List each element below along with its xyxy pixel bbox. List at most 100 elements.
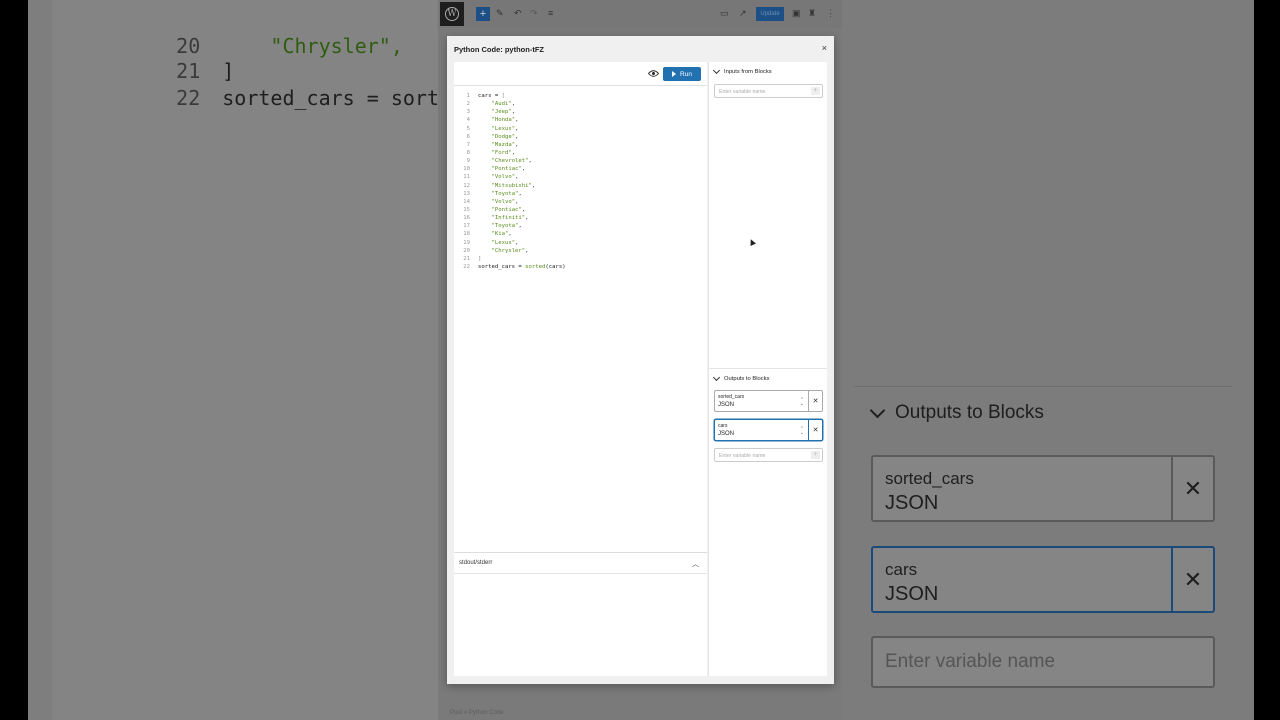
code-text: "Pontiac", (491, 166, 526, 173)
input-variable-field[interactable]: Enter variable name + (714, 84, 823, 98)
line-number: 16 (463, 215, 470, 222)
line-number: 5 (466, 125, 470, 132)
output-header[interactable]: stdout/stderr ︿ (454, 553, 707, 574)
close-icon: ✕ (1183, 566, 1203, 592)
line-number: 11 (463, 174, 470, 181)
code-line: 15 "Pontiac", (454, 206, 707, 214)
code-line: 21] (454, 255, 707, 263)
wordpress-logo[interactable]: W (440, 2, 464, 26)
code-text: "Toyota", (491, 190, 522, 197)
plus-icon[interactable]: + (811, 451, 820, 459)
code-text: "Volvo", (491, 198, 519, 205)
code-text: "Dodge", (491, 133, 519, 140)
code-text: "Chevrolet", (491, 158, 532, 165)
update-button[interactable]: Update (756, 7, 784, 21)
background-outputs-heading: Outputs to Blocks (869, 402, 1044, 424)
eye-icon[interactable] (648, 69, 659, 78)
output-title: stdout/stderr (459, 560, 493, 566)
plugin-icon[interactable]: ♜ (808, 8, 816, 20)
line-number: 14 (463, 198, 470, 205)
run-label: Run (680, 70, 692, 78)
line-number: 22 (463, 263, 470, 270)
chevron-down-icon (712, 373, 721, 382)
background-code-area: 20 "Chrysler", 21] 22sorted_cars = sorte… (52, 0, 438, 720)
line-number: 20 (463, 247, 470, 254)
code-line: 4 "Honda", (454, 116, 707, 124)
line-number: 9 (466, 158, 470, 165)
variable-name: sorted_cars (718, 394, 745, 400)
variable-type: JSON (718, 431, 735, 437)
code-text: "Mitsubishi", (491, 182, 536, 189)
breadcrumb[interactable]: Post > Python Code (450, 710, 504, 716)
python-code-modal: Python Code: python-tFZ × Run 1 cars = [2… (447, 36, 834, 684)
add-block-button[interactable]: + (476, 7, 490, 21)
variable-name: cars (718, 423, 728, 429)
code-text: "Lexus", (491, 125, 519, 132)
modal-header: Python Code: python-tFZ × (447, 36, 834, 62)
output-variable-field[interactable]: Enter variable name + (714, 448, 823, 462)
options-icon[interactable]: ⋮ (826, 8, 835, 20)
code-line: 7 "Mazda", (454, 141, 707, 149)
background-panel-zoom: Outputs to Blocks sorted_cars JSON ✕ cars… (842, 0, 1254, 720)
code-line: 2 "Audi", (454, 100, 707, 108)
code-editor-pane: Run 1 cars = [2 "Audi", 3 "Jeep", 4 "Honda"… (454, 62, 707, 676)
code-text: "Honda", (491, 117, 519, 124)
settings-icon[interactable]: ▣ (792, 8, 801, 20)
code-text: "Jeep", (491, 109, 516, 116)
code-line: 14 "Volvo", (454, 198, 707, 206)
code-text: "Kia", (491, 231, 512, 238)
line-number: 19 (463, 239, 470, 246)
code-line: 19 "Lexus", (454, 239, 707, 247)
line-number: 15 (463, 206, 470, 213)
line-number: 3 (466, 109, 470, 116)
output-variable-cars[interactable]: cars JSON ⌃ ⌄ ✕ (714, 419, 823, 441)
code-text: ] (478, 255, 482, 262)
outputs-section-toggle[interactable]: Outputs to Blocks (712, 373, 770, 382)
inputs-section-toggle[interactable]: Inputs from Blocks (712, 66, 772, 75)
code-text: "Ford", (491, 149, 516, 156)
line-number: 21 (463, 255, 470, 262)
code-text: "Infiniti", (491, 215, 529, 222)
chevron-up-icon[interactable]: ︿ (692, 559, 699, 569)
code-text: "Lexus", (491, 239, 519, 246)
run-button[interactable]: Run (663, 67, 701, 81)
background-variable-input: Enter variable name (871, 636, 1215, 688)
external-link-icon[interactable]: ↗ (739, 8, 747, 20)
preview-icon[interactable]: ▭ (720, 8, 729, 20)
output-variable-sorted-cars[interactable]: sorted_cars JSON ⌃ ⌄ ✕ (714, 390, 823, 412)
close-icon[interactable]: ✕ (809, 391, 822, 411)
code-text: "Volvo", (491, 174, 519, 181)
redo-icon[interactable]: ↷ (530, 8, 538, 20)
output-variable-select[interactable]: sorted_cars JSON ⌃ ⌄ (715, 391, 809, 411)
background-code-line: 22sorted_cars = sorted(cars) (176, 86, 438, 110)
close-icon[interactable]: × (822, 43, 827, 53)
code-line: 13 "Toyota", (454, 190, 707, 198)
code-text: "Toyota", (491, 223, 522, 230)
pencil-icon[interactable]: ✎ (496, 8, 504, 20)
chevron-down-icon (712, 66, 721, 75)
variable-type: JSON (718, 402, 735, 408)
output-variable-select[interactable]: cars JSON ⌃ ⌄ (715, 420, 809, 440)
plus-icon[interactable]: + (811, 87, 820, 95)
code-line: 6 "Dodge", (454, 133, 707, 141)
variables-sidebar: Inputs from Blocks Enter variable name +… (708, 62, 827, 676)
line-number: 4 (466, 117, 470, 124)
close-icon[interactable]: ✕ (809, 420, 822, 440)
line-number: 10 (463, 166, 470, 173)
code-line: 5 "Lexus", (454, 125, 707, 133)
line-number: 2 (466, 101, 470, 108)
code-text: cars = [ (478, 93, 505, 99)
outputs-section-title: Outputs to Blocks (724, 376, 770, 382)
code-text: "Mazda", (491, 141, 519, 148)
list-view-icon[interactable]: ≡ (548, 8, 553, 20)
undo-icon[interactable]: ↶ (514, 8, 522, 20)
code-line: 10 "Pontiac", (454, 165, 707, 173)
chevron-down-icon (869, 402, 886, 418)
code-editor[interactable]: 1 cars = [2 "Audi", 3 "Jeep", 4 "Honda", 5 "… (454, 92, 707, 271)
code-line: 8 "Ford", (454, 149, 707, 157)
background-output-field: cars JSON ✕ (871, 546, 1215, 613)
code-text: sorted_cars = sorted(cars) (478, 263, 566, 270)
line-number: 13 (463, 190, 470, 197)
section-divider (709, 368, 827, 369)
output-pane: stdout/stderr ︿ (454, 552, 707, 676)
